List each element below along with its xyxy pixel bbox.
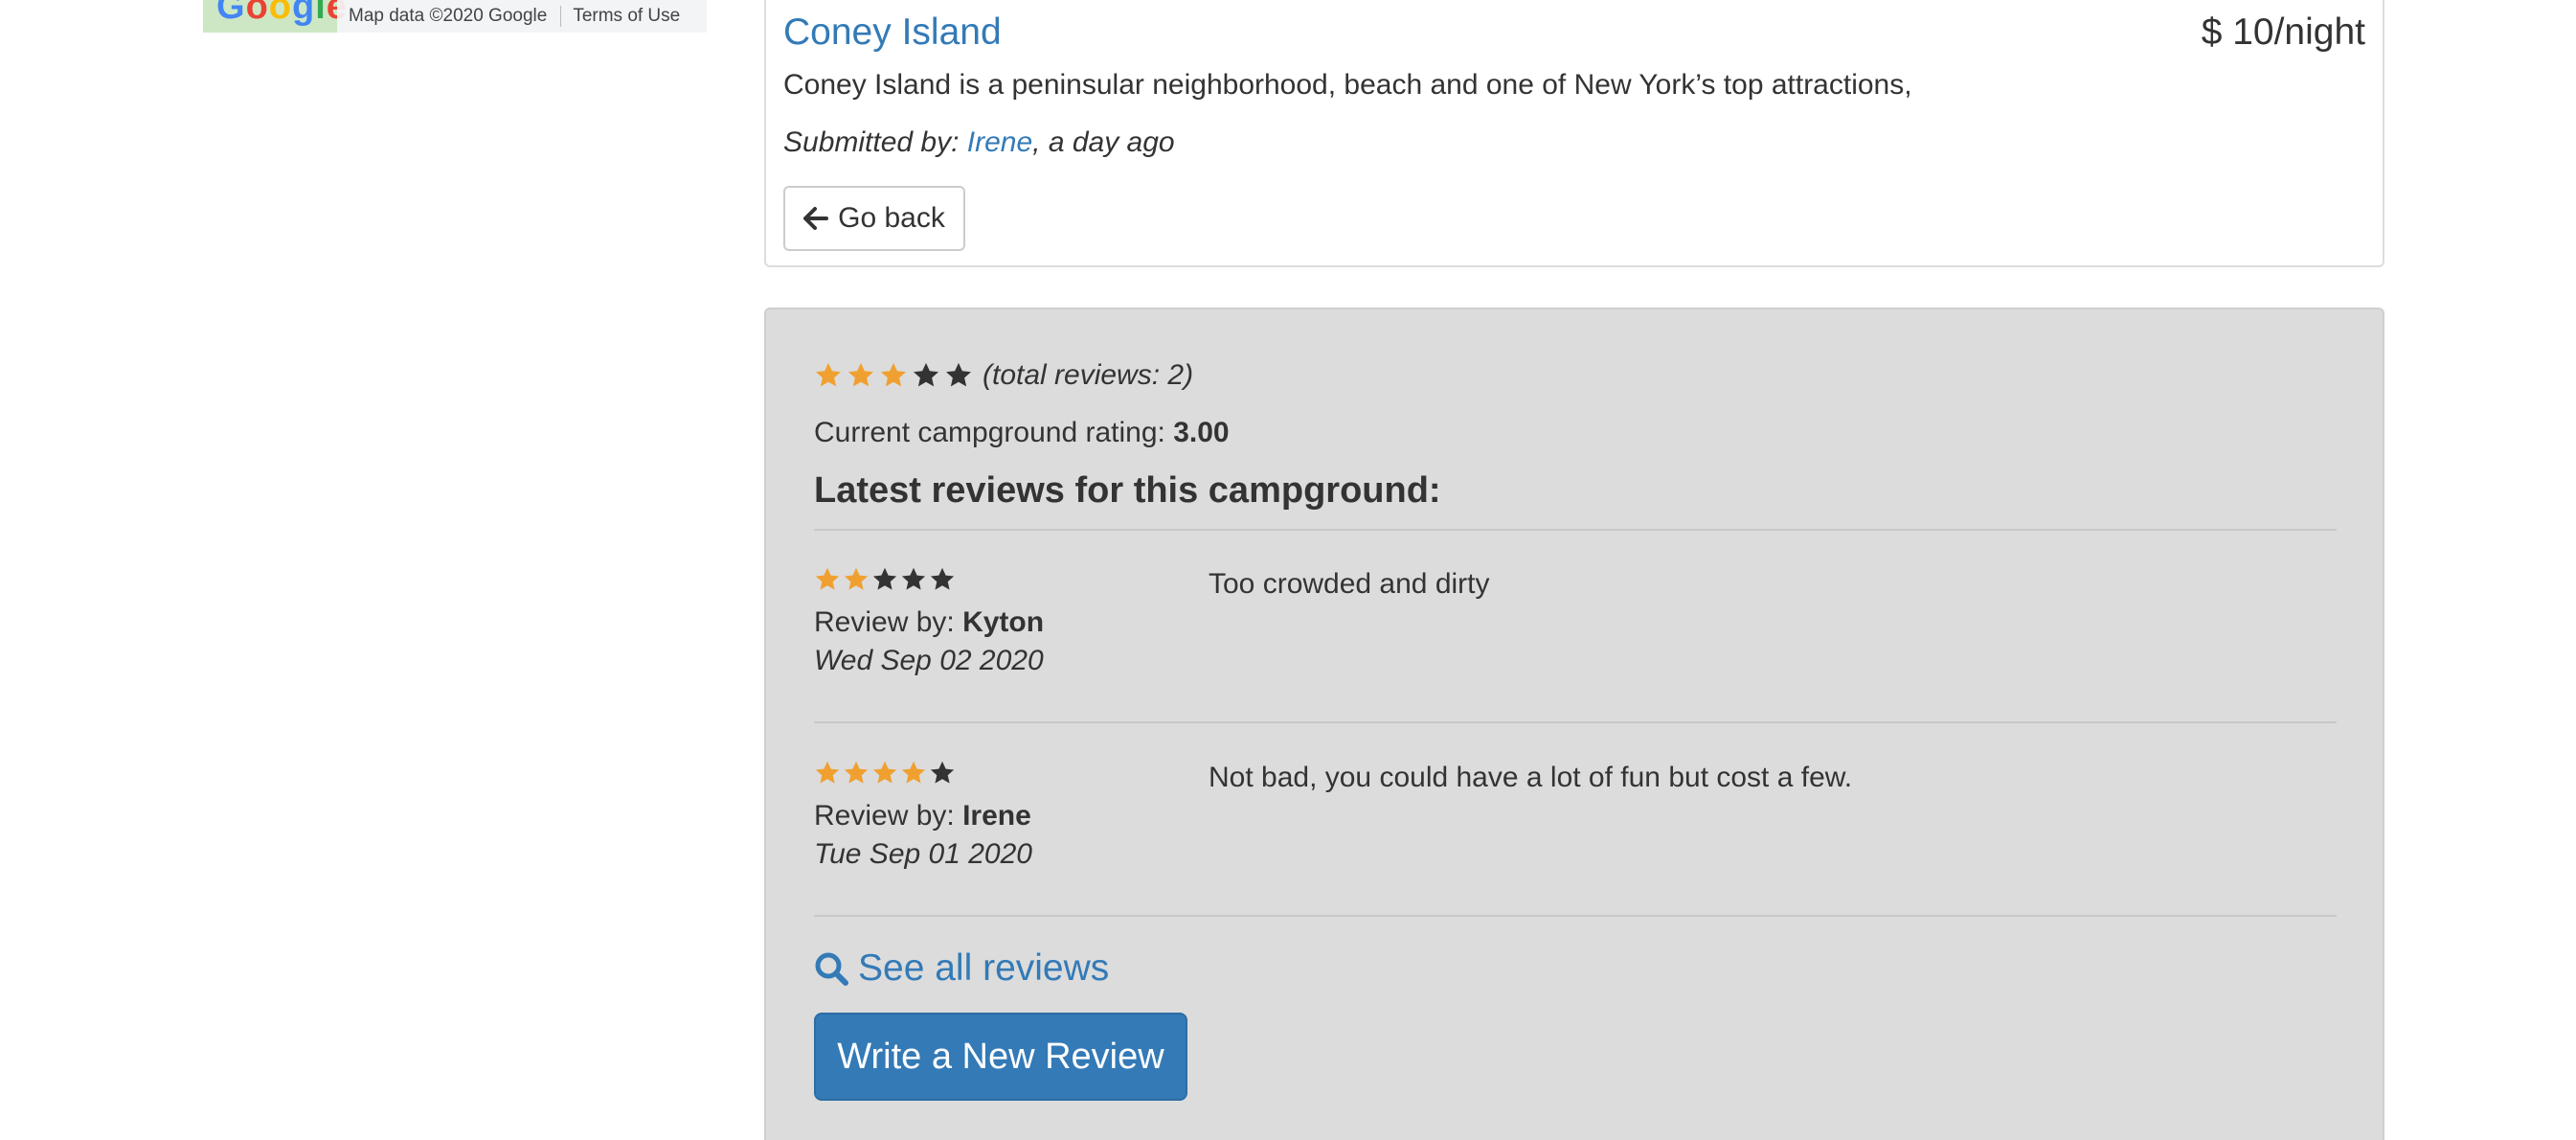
- review-text: Not bad, you could have a lot of fun but…: [1209, 762, 1853, 793]
- review-item: Review by: Irene Tue Sep 01 2020 Not bad…: [814, 750, 2337, 903]
- review-stars: [814, 566, 956, 593]
- write-review-button[interactable]: Write a New Review: [814, 1013, 1187, 1101]
- star-icon: [815, 567, 840, 590]
- review-author: Review by: Kyton: [814, 606, 1044, 639]
- summary-rating: (total reviews: 2): [814, 359, 1193, 392]
- review-by-label: Review by:: [814, 606, 963, 638]
- review-item: Review by: Kyton Wed Sep 02 2020 Too cro…: [814, 557, 2337, 710]
- review-stars: [814, 760, 956, 787]
- star-icon: [930, 567, 955, 590]
- star-icon: [848, 362, 873, 387]
- divider: [814, 915, 2337, 917]
- divider: [814, 529, 2337, 531]
- star-icon: [914, 362, 938, 387]
- review-by-label: Review by:: [814, 800, 963, 832]
- review-text: Too crowded and dirty: [1209, 568, 1490, 600]
- go-back-label: Go back: [838, 202, 945, 234]
- submitted-by: Submitted by: Irene, a day ago: [783, 126, 1175, 159]
- star-icon: [816, 362, 841, 387]
- review-date: Wed Sep 02 2020: [814, 645, 1044, 676]
- review-date: Tue Sep 01 2020: [814, 838, 1032, 870]
- total-reviews-count: (total reviews: 2): [983, 359, 1194, 391]
- arrow-left-icon: [803, 206, 829, 231]
- latest-reviews-heading: Latest reviews for this campground:: [814, 470, 1441, 511]
- summary-stars: [814, 361, 973, 390]
- star-icon: [901, 761, 926, 784]
- review-author-name: Irene: [962, 800, 1031, 832]
- divider: [814, 721, 2337, 723]
- star-icon: [872, 761, 897, 784]
- campground-price: $ 10/night: [2201, 11, 2365, 53]
- google-logo: Google: [216, 0, 347, 27]
- star-icon: [946, 362, 971, 387]
- map-data-attribution: Map data ©2020 Google: [337, 6, 562, 27]
- submitted-suffix: , a day ago: [1032, 126, 1175, 158]
- see-all-reviews-label: See all reviews: [858, 947, 1110, 989]
- reviews-panel: (total reviews: 2) Current campground ra…: [764, 308, 2384, 1140]
- terms-of-use-link[interactable]: Terms of Use: [561, 6, 691, 27]
- star-icon: [872, 567, 897, 590]
- see-all-reviews-link[interactable]: See all reviews: [814, 947, 1109, 990]
- map-fragment[interactable]: Google Map data ©2020 Google Terms of Us…: [203, 0, 707, 33]
- map-attribution-bar: Map data ©2020 Google Terms of Use: [337, 0, 707, 33]
- submitted-prefix: Submitted by:: [783, 126, 967, 158]
- review-author: Review by: Irene: [814, 800, 1031, 832]
- star-icon: [844, 761, 869, 784]
- star-icon: [881, 362, 906, 387]
- star-icon: [901, 567, 926, 590]
- campground-description: Coney Island is a peninsular neighborhoo…: [783, 69, 1912, 101]
- go-back-button[interactable]: Go back: [783, 186, 965, 251]
- search-icon: [814, 951, 848, 986]
- star-icon: [930, 761, 955, 784]
- current-rating-label: Current campground rating:: [814, 417, 1174, 448]
- campground-info-card: Coney Island $ 10/night Coney Island is …: [764, 0, 2384, 267]
- campground-title[interactable]: Coney Island: [783, 11, 1002, 54]
- star-icon: [844, 567, 869, 590]
- submitted-author-link[interactable]: Irene: [967, 126, 1032, 158]
- current-rating-value: 3.00: [1173, 417, 1230, 448]
- star-icon: [815, 761, 840, 784]
- review-author-name: Kyton: [962, 606, 1045, 638]
- current-rating: Current campground rating: 3.00: [814, 417, 1230, 449]
